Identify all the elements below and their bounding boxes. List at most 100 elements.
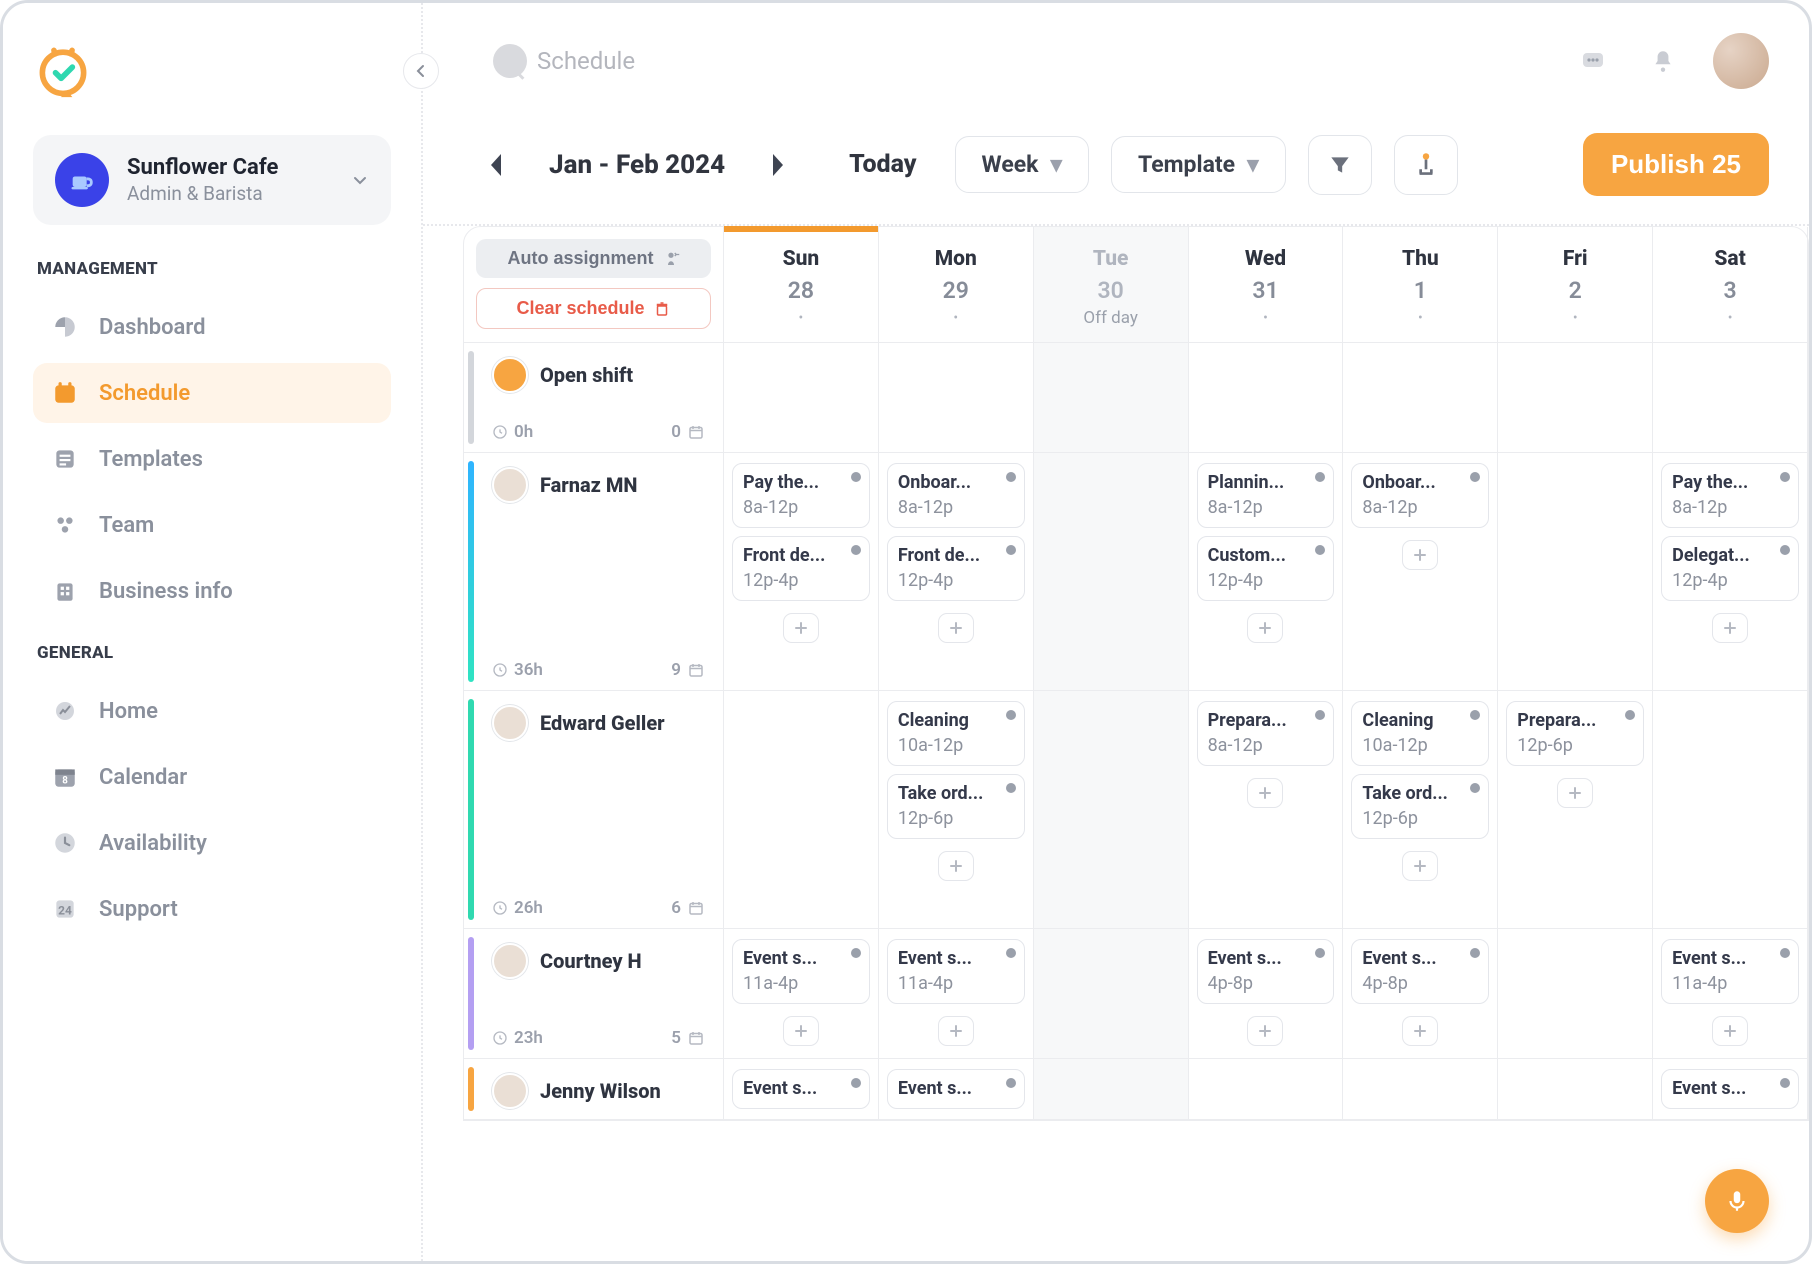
add-shift-button[interactable]	[1402, 1016, 1438, 1046]
shift-card[interactable]: Custom...12p-4p	[1197, 536, 1335, 601]
schedule-cell[interactable]: Event s...	[724, 1059, 879, 1120]
shift-card[interactable]: Pay the...8a-12p	[1661, 463, 1799, 528]
schedule-cell[interactable]	[1653, 343, 1808, 453]
shift-card[interactable]: Event s...	[1661, 1069, 1799, 1109]
prev-week-button[interactable]	[483, 145, 509, 185]
add-shift-button[interactable]	[1402, 540, 1438, 570]
shift-card[interactable]: Plannin...8a-12p	[1197, 463, 1335, 528]
sidebar-item-availability[interactable]: Availability	[33, 813, 391, 873]
publish-button[interactable]: Publish 25	[1583, 133, 1769, 196]
auto-assignment-button[interactable]: Auto assignment	[476, 239, 711, 278]
schedule-cell[interactable]: Cleaning10a-12p Take ord...12p-6p	[1343, 691, 1498, 929]
org-switcher[interactable]: Sunflower Cafe Admin & Barista	[33, 135, 391, 225]
add-shift-button[interactable]	[783, 613, 819, 643]
schedule-cell[interactable]	[1498, 1059, 1653, 1120]
sidebar-item-schedule[interactable]: Schedule	[33, 363, 391, 423]
template-dropdown[interactable]: Template ▾	[1111, 136, 1286, 193]
schedule-cell[interactable]	[1498, 343, 1653, 453]
add-shift-button[interactable]	[938, 851, 974, 881]
schedule-cell[interactable]: Pay the...8a-12p Front de...12p-4p	[724, 453, 879, 691]
add-shift-button[interactable]	[938, 613, 974, 643]
shift-card[interactable]: Event s...11a-4p	[1661, 939, 1799, 1004]
shift-card[interactable]: Event s...	[732, 1069, 870, 1109]
shift-card[interactable]: Onboar...8a-12p	[1351, 463, 1489, 528]
schedule-cell[interactable]	[1034, 1059, 1189, 1120]
add-shift-button[interactable]	[783, 1016, 819, 1046]
schedule-cell[interactable]	[1498, 453, 1653, 691]
shift-card[interactable]: Cleaning10a-12p	[1351, 701, 1489, 766]
schedule-cell[interactable]	[1034, 453, 1189, 691]
shift-card[interactable]: Event s...11a-4p	[887, 939, 1025, 1004]
schedule-cell[interactable]	[1653, 691, 1808, 929]
notifications-icon[interactable]	[1643, 41, 1683, 81]
add-shift-button[interactable]	[1712, 613, 1748, 643]
shift-card[interactable]: Event s...4p-8p	[1197, 939, 1335, 1004]
shift-card[interactable]: Prepara...12p-6p	[1506, 701, 1644, 766]
schedule-cell[interactable]	[1189, 1059, 1344, 1120]
shift-card[interactable]: Event s...11a-4p	[732, 939, 870, 1004]
shift-time: 12p-6p	[898, 808, 1014, 829]
shift-card[interactable]: Onboar...8a-12p	[887, 463, 1025, 528]
add-shift-button[interactable]	[1712, 1016, 1748, 1046]
schedule-cell[interactable]	[1343, 343, 1498, 453]
shift-card[interactable]: Delegat...12p-4p	[1661, 536, 1799, 601]
add-shift-button[interactable]	[938, 1016, 974, 1046]
schedule-cell[interactable]: Cleaning10a-12p Take ord...12p-6p	[879, 691, 1034, 929]
search-input[interactable]: Schedule	[493, 44, 635, 78]
shift-title: Cleaning	[1362, 710, 1478, 731]
schedule-cell[interactable]: Prepara...8a-12p	[1189, 691, 1344, 929]
shift-card[interactable]: Front de...12p-4p	[732, 536, 870, 601]
add-shift-button[interactable]	[1247, 613, 1283, 643]
clear-schedule-button[interactable]: Clear schedule	[476, 288, 711, 329]
schedule-cell[interactable]: Event s...4p-8p	[1189, 929, 1344, 1059]
sidebar-item-templates[interactable]: Templates	[33, 429, 391, 489]
shift-card[interactable]: Take ord...12p-6p	[1351, 774, 1489, 839]
add-shift-button[interactable]	[1247, 778, 1283, 808]
schedule-cell[interactable]	[724, 691, 879, 929]
shift-card[interactable]: Pay the...8a-12p	[732, 463, 870, 528]
sidebar-item-calendar[interactable]: 8Calendar	[33, 747, 391, 807]
messages-icon[interactable]	[1573, 41, 1613, 81]
add-shift-button[interactable]	[1247, 1016, 1283, 1046]
schedule-cell[interactable]: Event s...11a-4p	[879, 929, 1034, 1059]
voice-fab[interactable]	[1705, 1169, 1769, 1233]
view-week-dropdown[interactable]: Week ▾	[955, 136, 1089, 193]
sidebar-item-support[interactable]: 24Support	[33, 879, 391, 939]
schedule-cell[interactable]	[1034, 691, 1189, 929]
schedule-cell[interactable]: Onboar...8a-12p Front de...12p-4p	[879, 453, 1034, 691]
sidebar-item-business-info[interactable]: Business info	[33, 561, 391, 621]
add-shift-button[interactable]	[1402, 851, 1438, 881]
schedule-cell[interactable]: Plannin...8a-12p Custom...12p-4p	[1189, 453, 1344, 691]
sidebar-item-home[interactable]: Home	[33, 681, 391, 741]
schedule-cell[interactable]	[724, 343, 879, 453]
schedule-cell[interactable]	[1189, 343, 1344, 453]
schedule-cell[interactable]	[1498, 929, 1653, 1059]
schedule-cell[interactable]: Pay the...8a-12p Delegat...12p-4p	[1653, 453, 1808, 691]
shift-card[interactable]: Cleaning10a-12p	[887, 701, 1025, 766]
next-week-button[interactable]	[765, 145, 791, 185]
schedule-cell[interactable]: Event s...11a-4p	[1653, 929, 1808, 1059]
shift-card[interactable]: Event s...4p-8p	[1351, 939, 1489, 1004]
shift-card[interactable]: Take ord...12p-6p	[887, 774, 1025, 839]
schedule-cell[interactable]: Event s...	[879, 1059, 1034, 1120]
schedule-cell[interactable]	[879, 343, 1034, 453]
sidebar-collapse-button[interactable]	[403, 53, 439, 89]
schedule-cell[interactable]	[1034, 929, 1189, 1059]
schedule-cell[interactable]: Prepara...12p-6p	[1498, 691, 1653, 929]
schedule-cell[interactable]: Event s...	[1653, 1059, 1808, 1120]
schedule-cell[interactable]: Onboar...8a-12p	[1343, 453, 1498, 691]
user-avatar[interactable]	[1713, 33, 1769, 89]
sidebar-item-team[interactable]: Team	[33, 495, 391, 555]
today-button[interactable]: Today	[849, 150, 916, 179]
import-button[interactable]	[1394, 135, 1458, 195]
schedule-cell[interactable]	[1343, 1059, 1498, 1120]
shift-card[interactable]: Prepara...8a-12p	[1197, 701, 1335, 766]
shift-card[interactable]: Event s...	[887, 1069, 1025, 1109]
filter-button[interactable]	[1308, 135, 1372, 195]
sidebar-item-dashboard[interactable]: Dashboard	[33, 297, 391, 357]
schedule-cell[interactable]	[1034, 343, 1189, 453]
schedule-cell[interactable]: Event s...4p-8p	[1343, 929, 1498, 1059]
shift-card[interactable]: Front de...12p-4p	[887, 536, 1025, 601]
add-shift-button[interactable]	[1557, 778, 1593, 808]
schedule-cell[interactable]: Event s...11a-4p	[724, 929, 879, 1059]
